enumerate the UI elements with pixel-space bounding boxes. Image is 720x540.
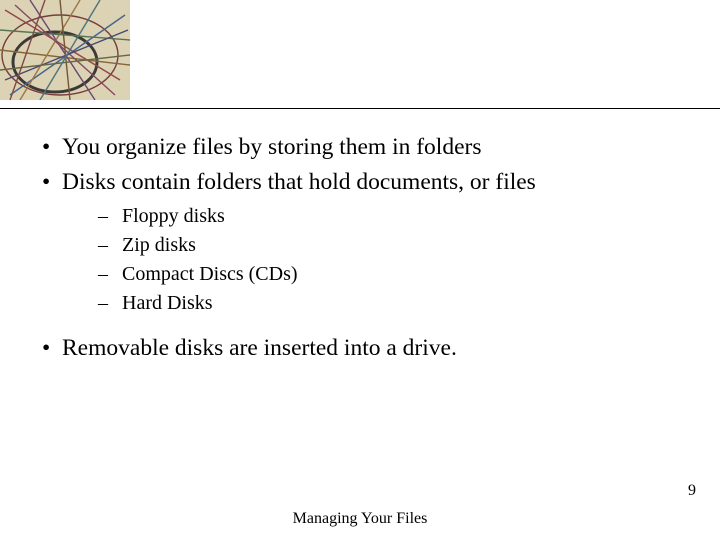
bullet-text: Removable disks are inserted into a driv… <box>62 335 457 361</box>
sub-bullet-list: Floppy disks Zip disks Compact Discs (CD… <box>62 203 684 317</box>
bullet-text: Disks contain folders that hold document… <box>62 169 536 195</box>
sub-bullet-text: Floppy disks <box>122 205 225 227</box>
bullet-text: You organize files by storing them in fo… <box>62 134 481 160</box>
sub-bullet-text: Compact Discs (CDs) <box>122 263 298 285</box>
sub-bullet-text: Zip disks <box>122 234 196 256</box>
sub-bullet-item: Floppy disks <box>62 203 684 230</box>
footer-title: Managing Your Files <box>0 510 720 528</box>
sub-bullet-item: Zip disks <box>62 232 684 259</box>
bullet-item: Disks contain folders that hold document… <box>36 167 684 318</box>
spacer <box>36 321 684 333</box>
sub-bullet-text: Hard Disks <box>122 292 213 314</box>
bullet-list: You organize files by storing them in fo… <box>36 132 684 317</box>
slide: You organize files by storing them in fo… <box>0 0 720 540</box>
sub-bullet-item: Compact Discs (CDs) <box>62 261 684 288</box>
bullet-list: Removable disks are inserted into a driv… <box>36 333 684 364</box>
page-number: 9 <box>688 482 696 500</box>
header-decorative-image <box>0 0 130 100</box>
sub-bullet-item: Hard Disks <box>62 290 684 317</box>
bullet-item: You organize files by storing them in fo… <box>36 132 684 163</box>
slide-content: You organize files by storing them in fo… <box>36 132 684 368</box>
bullet-item: Removable disks are inserted into a driv… <box>36 333 684 364</box>
horizontal-rule <box>0 108 720 109</box>
